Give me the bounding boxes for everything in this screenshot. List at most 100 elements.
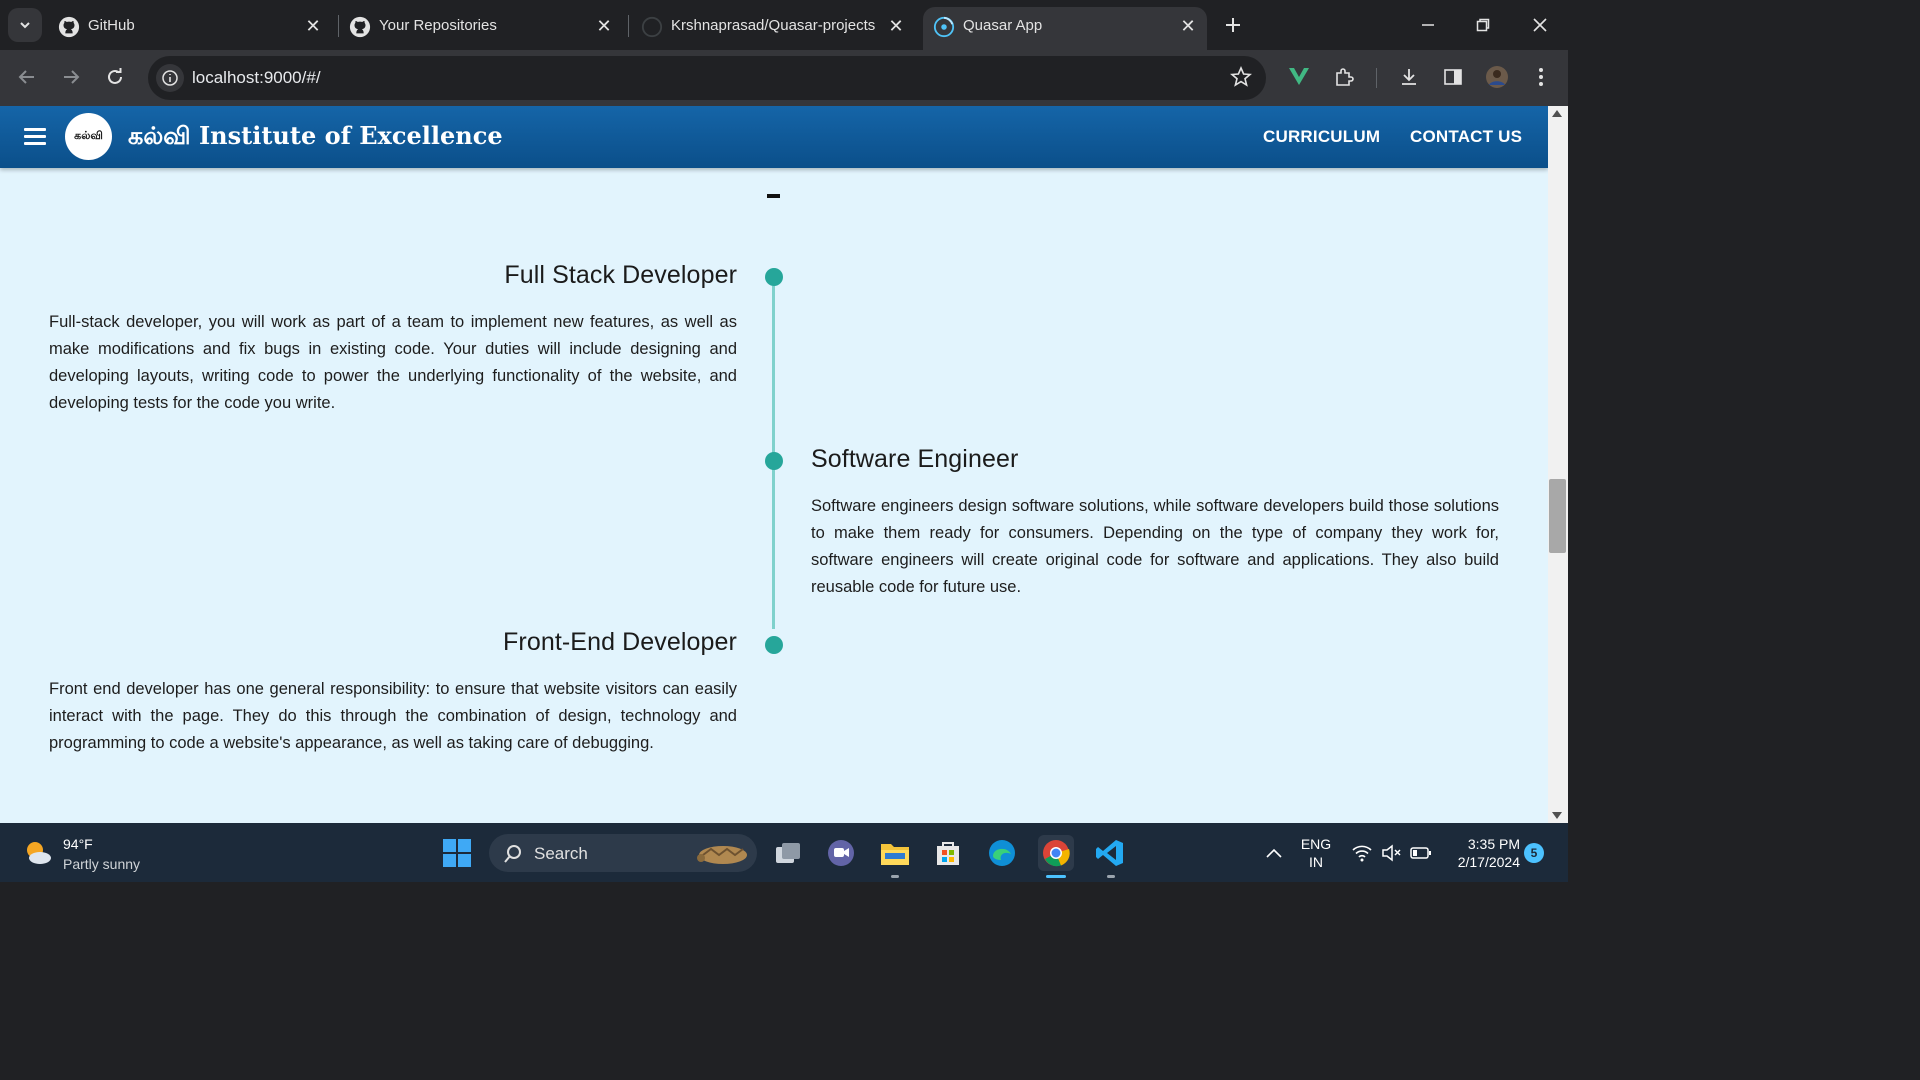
volume-muted-icon[interactable] xyxy=(1381,844,1401,862)
tab-title: Your Repositories xyxy=(379,17,497,34)
start-button[interactable] xyxy=(439,835,475,871)
download-icon xyxy=(1402,69,1416,85)
teams-chat-button[interactable] xyxy=(823,835,859,871)
windows-logo-icon xyxy=(443,839,471,867)
running-indicator xyxy=(891,875,899,878)
toolbar-divider xyxy=(1376,68,1377,88)
file-explorer-button[interactable] xyxy=(877,835,913,871)
notification-badge[interactable]: 5 xyxy=(1524,843,1544,863)
info-icon xyxy=(162,70,178,86)
tab-quasar-projects[interactable]: Krshnaprasad/Quasar-projects ✕ xyxy=(631,7,913,50)
clock-time: 3:35 PM xyxy=(1467,836,1520,852)
close-window-button[interactable] xyxy=(1525,10,1555,40)
back-button[interactable] xyxy=(12,62,42,92)
weather-temperature[interactable]: 94°F xyxy=(63,836,93,852)
tab-title: Krshnaprasad/Quasar-projects xyxy=(671,17,876,34)
close-tab-icon[interactable]: ✕ xyxy=(885,15,907,37)
search-label: Search xyxy=(534,844,588,863)
reload-icon xyxy=(108,68,122,84)
vue-devtools-extension[interactable] xyxy=(1285,63,1313,91)
menu-icon-bar xyxy=(24,142,46,145)
scroll-thumb[interactable] xyxy=(1549,479,1566,553)
downloads-button[interactable] xyxy=(1395,63,1423,91)
weather-description[interactable]: Partly sunny xyxy=(63,856,140,872)
minimize-button[interactable] xyxy=(1413,10,1443,40)
clock[interactable]: 3:35 PM 2/17/2024 xyxy=(1444,835,1520,871)
running-indicator xyxy=(1107,875,1115,878)
page-scrollbar[interactable] xyxy=(1548,106,1568,823)
new-tab-button[interactable] xyxy=(1220,12,1246,38)
store-icon xyxy=(937,842,959,865)
side-panel-button[interactable] xyxy=(1439,63,1467,91)
scroll-down-arrow-icon[interactable] xyxy=(1552,812,1562,819)
arrow-left-icon xyxy=(18,70,34,84)
close-tab-icon[interactable]: ✕ xyxy=(1177,15,1199,37)
timeline-title-full-stack: Full Stack Developer xyxy=(504,261,737,289)
profile-avatar[interactable] xyxy=(1483,63,1511,91)
chrome-button[interactable] xyxy=(1038,835,1074,871)
timeline-dot xyxy=(765,268,783,286)
restore-icon xyxy=(1476,18,1490,32)
logo-text: கல்வி xyxy=(74,129,103,142)
browser-toolbar: localhost:9000/#/ xyxy=(0,50,1568,106)
tab-title: Quasar App xyxy=(963,17,1043,34)
region-code: IN xyxy=(1309,854,1323,870)
show-hidden-icons-button[interactable] xyxy=(1256,835,1292,871)
logo: கல்வி xyxy=(65,113,112,160)
nav-curriculum[interactable]: CURRICULUM xyxy=(1263,127,1380,147)
brand-name: Institute of Excellence xyxy=(198,121,503,150)
language-indicator[interactable]: ENG IN xyxy=(1298,835,1334,871)
bookmark-star-icon[interactable] xyxy=(1230,66,1252,88)
chevron-up-icon xyxy=(1266,848,1282,858)
microsoft-store-button[interactable] xyxy=(930,835,966,871)
nav-contact-us[interactable]: CONTACT US xyxy=(1410,127,1522,147)
minimize-icon xyxy=(1422,24,1434,26)
menu-icon-bar xyxy=(24,135,46,138)
vscode-icon xyxy=(1096,840,1123,866)
timeline-body-front-end: Front end developer has one general resp… xyxy=(49,680,737,752)
folder-icon xyxy=(881,844,909,865)
close-tab-icon[interactable]: ✕ xyxy=(593,15,615,37)
browser-menu-button[interactable] xyxy=(1527,63,1555,91)
edge-icon xyxy=(989,840,1015,866)
windows-taskbar: 94°F Partly sunny Search ENG IN 3:35 PM … xyxy=(0,823,1568,882)
url-text: localhost:9000/#/ xyxy=(192,68,321,87)
task-view-button[interactable] xyxy=(770,835,806,871)
tab-divider xyxy=(628,15,629,37)
timeline-body-full-stack: Full-stack developer, you will work as p… xyxy=(49,313,737,412)
chevron-down-icon xyxy=(20,22,30,29)
battery-icon[interactable] xyxy=(1410,845,1432,861)
tab-github[interactable]: GitHub ✕ xyxy=(48,7,330,50)
close-tab-icon[interactable]: ✕ xyxy=(302,15,324,37)
more-vertical-icon xyxy=(1539,68,1543,86)
task-view-icon xyxy=(776,843,800,863)
close-icon xyxy=(1533,18,1547,32)
tab-quasar-app[interactable]: Quasar App ✕ xyxy=(923,7,1207,50)
side-panel-icon xyxy=(1444,69,1462,85)
avatar-icon xyxy=(1486,66,1508,88)
restore-button[interactable] xyxy=(1468,10,1498,40)
page-viewport: கல்வி கல்வி Institute of Excellence CURR… xyxy=(0,106,1568,823)
menu-button[interactable] xyxy=(22,125,48,149)
extensions-button[interactable] xyxy=(1330,63,1358,91)
scroll-up-arrow-icon[interactable] xyxy=(1552,110,1562,117)
browser-tabstrip: GitHub ✕ Your Repositories ✕ Krshnaprasa… xyxy=(0,0,1568,50)
site-info-button[interactable] xyxy=(156,64,184,92)
edge-browser-button[interactable] xyxy=(984,835,1020,871)
timeline-heading-mark xyxy=(767,194,780,198)
puzzle-icon xyxy=(1336,68,1354,86)
github-icon xyxy=(641,16,663,38)
taskbar-search[interactable]: Search xyxy=(489,834,757,872)
address-bar[interactable]: localhost:9000/#/ xyxy=(148,56,1266,100)
forward-button[interactable] xyxy=(56,62,86,92)
wifi-icon[interactable] xyxy=(1352,844,1372,862)
tab-your-repositories[interactable]: Your Repositories ✕ xyxy=(339,7,621,50)
partly-sunny-icon[interactable] xyxy=(22,837,54,869)
vscode-button[interactable] xyxy=(1092,835,1128,871)
menu-icon-bar xyxy=(24,128,46,131)
reload-button[interactable] xyxy=(100,62,130,92)
tab-search-button[interactable] xyxy=(8,8,42,42)
timeline-title-front-end: Front-End Developer xyxy=(503,628,737,656)
plus-icon xyxy=(1226,18,1240,32)
timeline-body-software-engineer: Software engineers design software solut… xyxy=(811,497,1499,596)
